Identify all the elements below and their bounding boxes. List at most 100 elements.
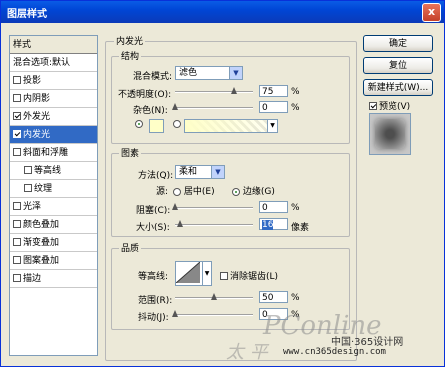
quality-title: 品质 (119, 241, 142, 254)
method-value: 柔和 (179, 167, 198, 177)
watermark-site: 中国·365设计网 (331, 337, 404, 348)
style-item[interactable]: 内阴影 (10, 90, 97, 108)
range-slider-thumb[interactable] (211, 293, 217, 300)
structure-title: 结构 (119, 49, 142, 62)
inner-glow-title: 内发光 (114, 34, 146, 47)
chevron-down-icon: ▼ (211, 166, 224, 178)
style-item-label: 等高线 (34, 166, 62, 176)
style-item-checkbox[interactable] (13, 201, 21, 210)
style-item-label: 纹理 (34, 184, 53, 194)
choke-field[interactable]: 0 (259, 201, 288, 213)
style-item[interactable]: 等高线 (10, 162, 97, 180)
style-item-checkbox[interactable] (13, 147, 21, 156)
opacity-slider-thumb[interactable] (230, 87, 237, 94)
style-item-checkbox[interactable] (13, 255, 21, 264)
opacity-label: 不透明度(O): (118, 90, 172, 100)
style-item-label: 斜面和浮雕 (23, 148, 69, 158)
gradient-radio[interactable] (173, 119, 181, 129)
preview-swatch (375, 119, 405, 149)
style-item[interactable]: 图案叠加 (10, 252, 97, 270)
source-edge-label: 边缘(G) (242, 187, 275, 197)
style-list-header[interactable]: 样式 (10, 36, 97, 54)
new-style-button[interactable]: 新建样式(W)... (363, 79, 433, 96)
noise-field[interactable]: 0 (259, 101, 288, 113)
style-item-checkbox[interactable] (13, 129, 21, 138)
size-value: 16 (262, 220, 274, 230)
style-item-label: 内阴影 (23, 94, 51, 104)
style-item[interactable]: 外发光 (10, 108, 97, 126)
range-slider[interactable] (175, 293, 253, 300)
size-unit: 像素 (291, 223, 310, 233)
style-item-checkbox[interactable] (13, 75, 21, 84)
source-edge-radio[interactable]: 边缘(G) (232, 184, 275, 197)
choke-label: 阻塞(C): (136, 206, 171, 216)
size-slider[interactable] (175, 220, 253, 227)
style-item[interactable]: 内发光 (10, 126, 97, 144)
style-item-label: 内发光 (23, 130, 51, 140)
contour-dropdown-icon[interactable]: ▼ (202, 261, 212, 286)
style-item[interactable]: 颜色叠加 (10, 216, 97, 234)
elements-title: 图素 (119, 146, 142, 159)
style-item[interactable]: 纹理 (10, 180, 97, 198)
style-item[interactable]: 光泽 (10, 198, 97, 216)
gradient-dropdown-icon[interactable]: ▼ (267, 120, 277, 132)
gradient-preview[interactable]: ▼ (184, 119, 278, 133)
range-label: 范围(R): (138, 296, 173, 306)
size-label: 大小(S): (136, 223, 170, 233)
style-preview (369, 113, 411, 155)
noise-slider[interactable] (172, 103, 253, 110)
style-item-checkbox[interactable] (24, 165, 32, 174)
size-slider-thumb[interactable] (176, 220, 183, 227)
anti-alias-label: 消除锯齿(L) (230, 272, 279, 282)
preview-checkbox[interactable]: 预览(V) (369, 99, 410, 112)
source-center-radio[interactable]: 居中(E) (173, 184, 215, 197)
jitter-slider[interactable] (172, 310, 253, 317)
style-item-checkbox[interactable] (13, 237, 21, 246)
method-select[interactable]: 柔和 ▼ (175, 165, 225, 179)
title-bar: 图层样式 x (1, 1, 444, 23)
noise-slider-thumb[interactable] (172, 103, 178, 110)
watermark-url: www.cn365design.com (283, 347, 386, 357)
close-icon[interactable]: x (422, 3, 441, 22)
style-item-label: 外发光 (23, 112, 51, 122)
watermark-chinese: 太 平 (226, 342, 268, 363)
anti-alias-checkbox[interactable]: 消除锯齿(L) (217, 269, 278, 282)
dialog-title: 图层样式 (7, 9, 47, 20)
blend-options-default[interactable]: 混合选项:默认 (10, 54, 97, 72)
blend-mode-value: 滤色 (179, 68, 198, 78)
choke-slider[interactable] (172, 203, 253, 210)
source-label: 源: (156, 187, 169, 197)
style-item-checkbox[interactable] (24, 183, 32, 192)
layer-style-dialog: 图层样式 x 样式 混合选项:默认 投影 内阴影 外发光 内发光 斜面和浮雕 等高线 纹理光… (0, 0, 445, 367)
style-item[interactable]: 投影 (10, 72, 97, 90)
style-item-checkbox[interactable] (13, 111, 21, 120)
source-center-label: 居中(E) (183, 187, 215, 197)
choke-unit: % (291, 203, 300, 213)
ok-button[interactable]: 确定 (363, 35, 433, 52)
range-unit: % (291, 293, 300, 303)
solid-color-radio[interactable] (135, 119, 143, 129)
choke-slider-thumb[interactable] (172, 203, 178, 210)
style-item-checkbox[interactable] (13, 219, 21, 228)
opacity-field[interactable]: 75 (259, 85, 288, 97)
blend-mode-select[interactable]: 滤色 ▼ (175, 66, 243, 80)
style-item-label: 颜色叠加 (23, 220, 60, 230)
style-item[interactable]: 渐变叠加 (10, 234, 97, 252)
jitter-slider-thumb[interactable] (172, 310, 178, 317)
range-field[interactable]: 50 (259, 291, 288, 303)
style-item-checkbox[interactable] (13, 273, 21, 282)
glow-color-swatch[interactable] (149, 119, 164, 133)
opacity-slider[interactable] (175, 87, 253, 94)
noise-label: 杂色(N): (133, 106, 168, 116)
style-item[interactable]: 斜面和浮雕 (10, 144, 97, 162)
contour-picker[interactable] (175, 261, 203, 286)
opacity-unit: % (291, 87, 300, 97)
noise-unit: % (291, 103, 300, 113)
style-item-checkbox[interactable] (13, 93, 21, 102)
style-list: 样式 混合选项:默认 投影内阴影外发光内发光斜面和浮雕等高线纹理光泽颜色叠加渐变… (9, 35, 98, 356)
reset-button[interactable]: 复位 (363, 57, 433, 74)
chevron-down-icon: ▼ (229, 67, 242, 79)
style-item[interactable]: 描边 (10, 270, 97, 288)
size-field[interactable]: 16 (259, 218, 288, 230)
style-item-label: 光泽 (23, 202, 42, 212)
